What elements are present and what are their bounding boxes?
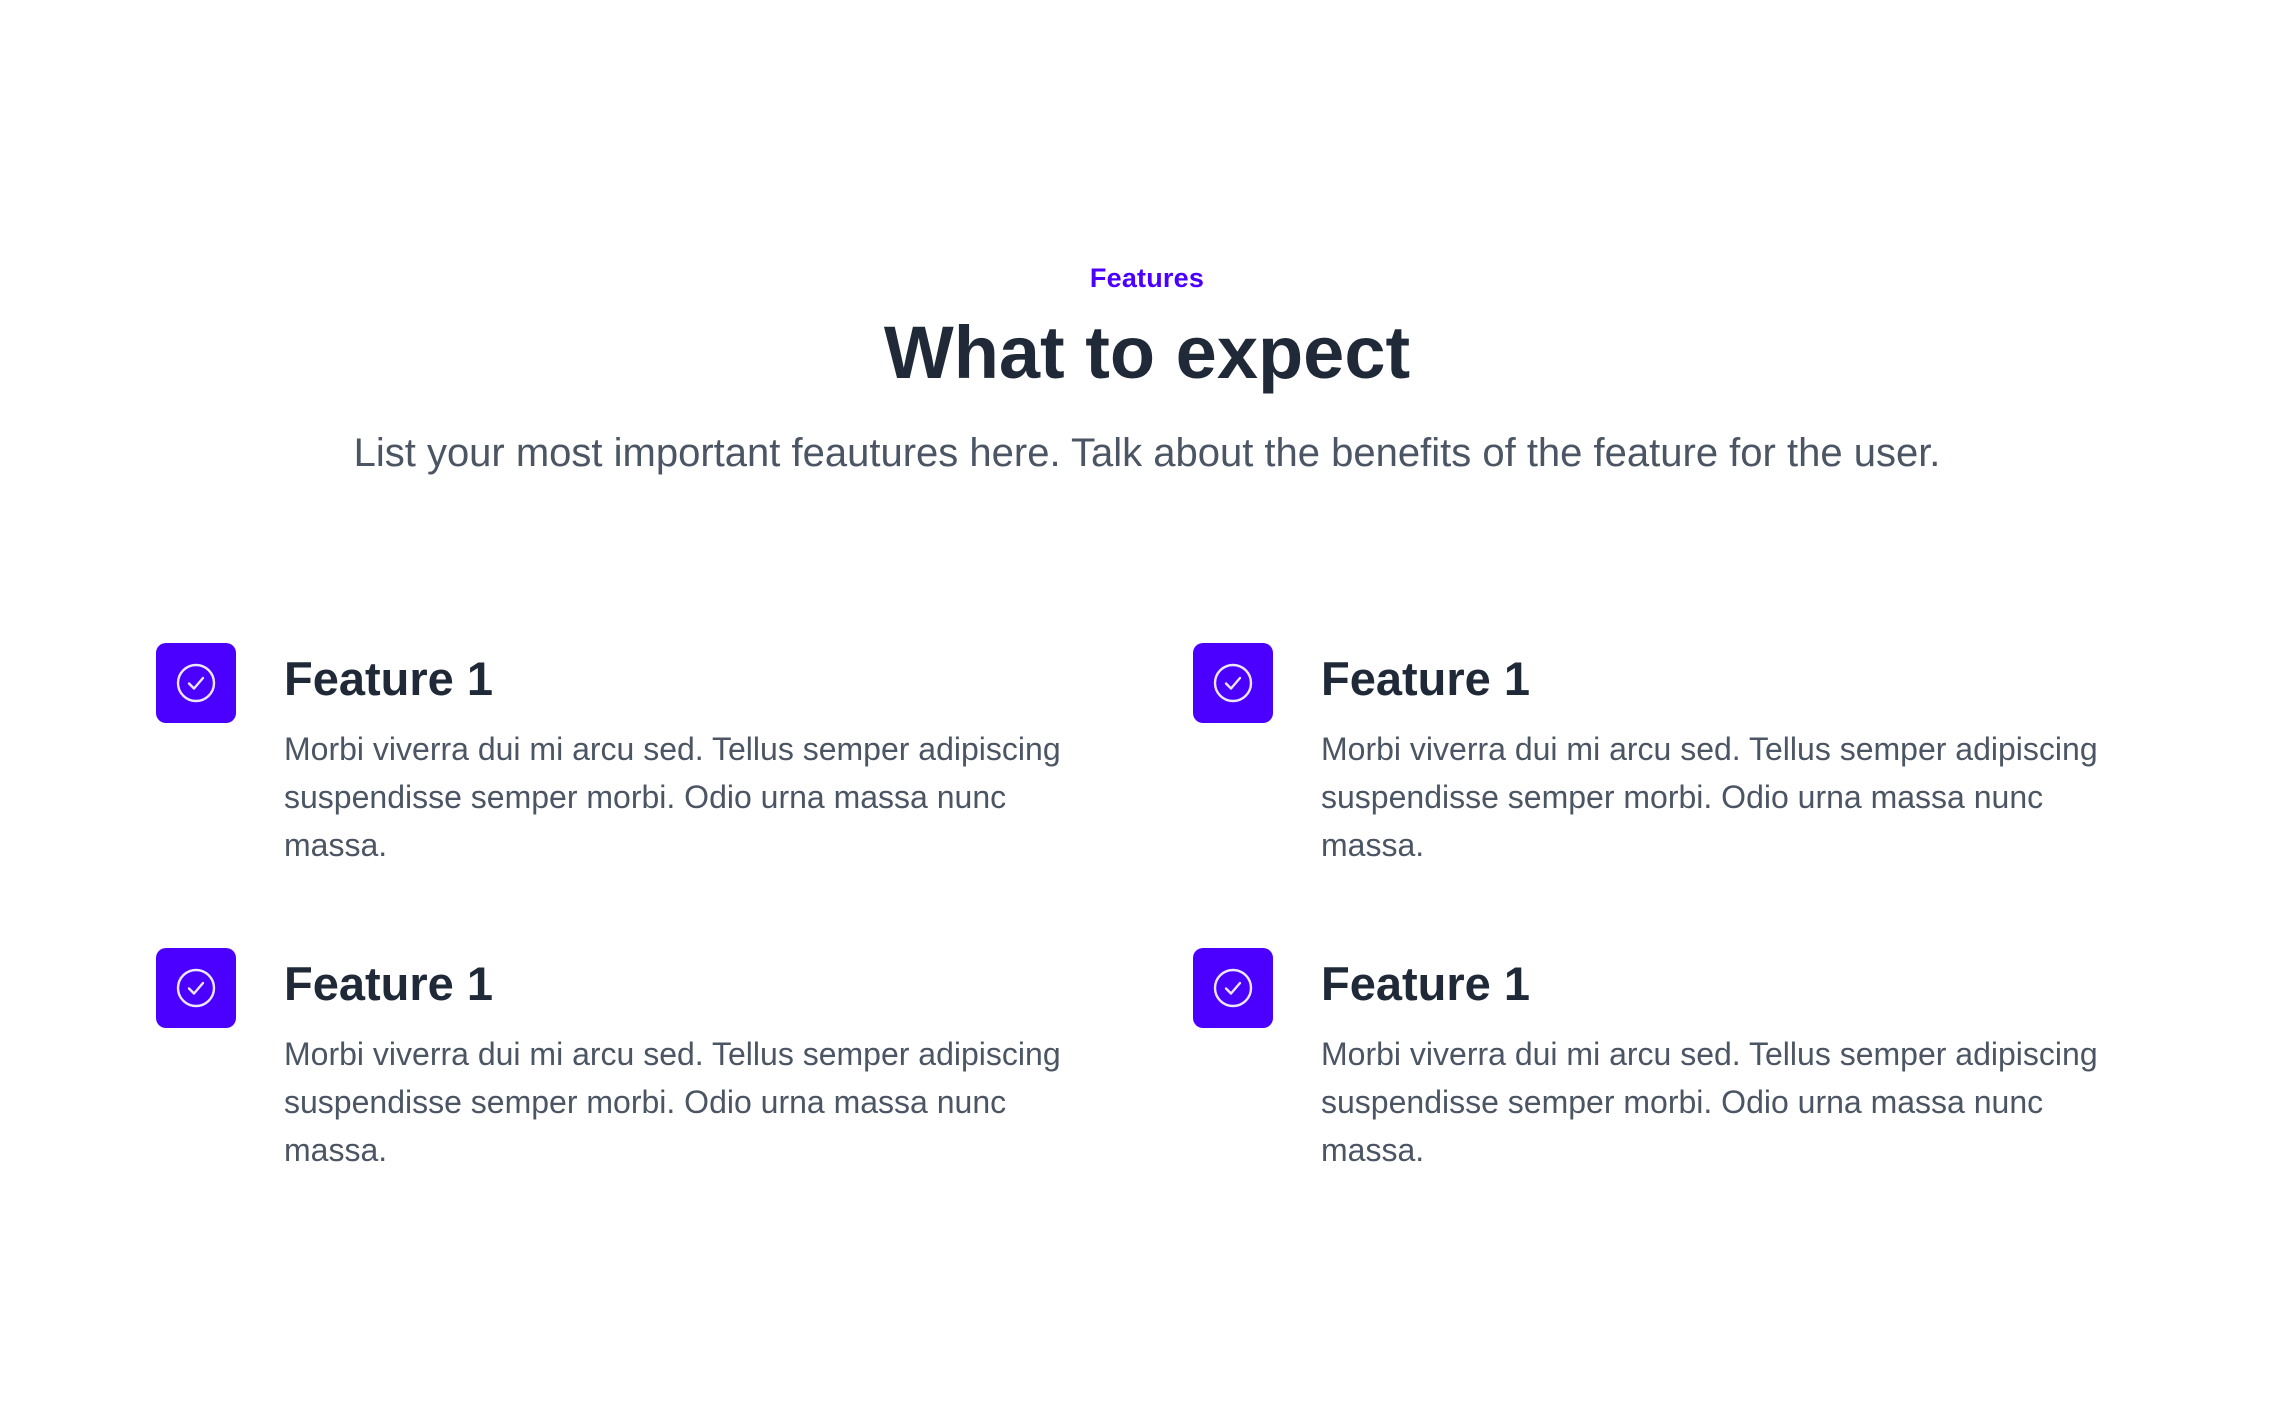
feature-item: Feature 1 Morbi viverra dui mi arcu sed.…: [1193, 643, 2153, 873]
feature-title: Feature 1: [1321, 652, 1530, 705]
check-circle-icon: [1193, 948, 1273, 1028]
feature-title: Feature 1: [1321, 957, 1530, 1010]
feature-item: Feature 1 Morbi viverra dui mi arcu sed.…: [156, 948, 1116, 1178]
feature-item: Feature 1 Morbi viverra dui mi arcu sed.…: [1193, 948, 2153, 1178]
feature-item: Feature 1 Morbi viverra dui mi arcu sed.…: [156, 643, 1116, 873]
check-circle-icon: [1193, 643, 1273, 723]
section-subtitle: List your most important feautures here.…: [353, 431, 1941, 475]
section-title: What to expect: [883, 311, 1411, 394]
check-circle-icon: [156, 948, 236, 1028]
feature-description: Morbi viverra dui mi arcu sed. Tellus se…: [284, 731, 1061, 863]
feature-description: Morbi viverra dui mi arcu sed. Tellus se…: [1321, 731, 2098, 863]
feature-title: Feature 1: [284, 652, 493, 705]
check-circle-icon: [156, 643, 236, 723]
feature-description: Morbi viverra dui mi arcu sed. Tellus se…: [1321, 1036, 2098, 1168]
section-eyebrow: Features: [1089, 263, 1205, 293]
feature-description: Morbi viverra dui mi arcu sed. Tellus se…: [284, 1036, 1061, 1168]
feature-title: Feature 1: [284, 957, 493, 1010]
